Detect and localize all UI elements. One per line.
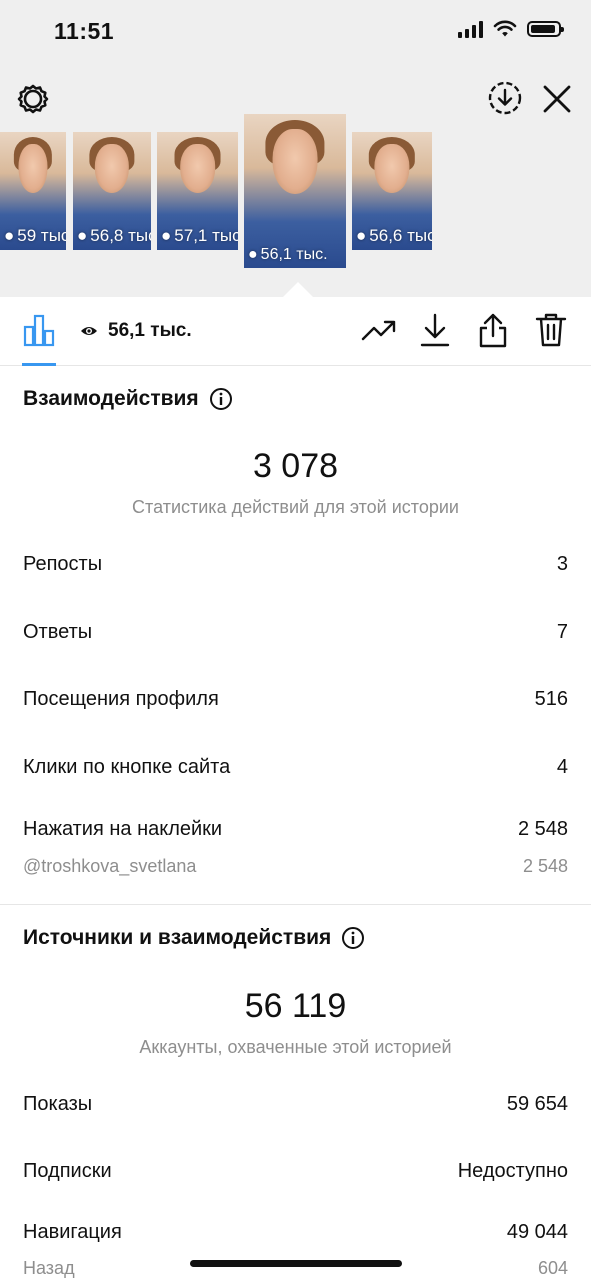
stat-value: 2 548 xyxy=(517,818,568,840)
story-views: ● 56,1 тыс. xyxy=(248,246,328,263)
sticker-label: @troshkova_svetlana xyxy=(23,856,197,876)
stat-row: Показы 59 654 xyxy=(23,1093,568,1116)
stat-value: 49 044 xyxy=(506,1221,568,1243)
stat-row: Подписки Недоступно xyxy=(23,1160,568,1183)
stat-label: Посещения профиля xyxy=(23,688,219,710)
stat-row: Клики по кнопке сайта 4 xyxy=(23,756,568,779)
stories-header: 11:51 ●59 тыс. ●56,8 тыс. xyxy=(0,0,591,297)
stat-label: Клики по кнопке сайта xyxy=(23,756,231,778)
eye-icon: ● xyxy=(77,226,88,245)
bar-chart-icon xyxy=(23,314,55,347)
settings-button[interactable] xyxy=(14,80,52,118)
stat-label: Ответы xyxy=(23,621,93,643)
eye-icon: ● xyxy=(248,246,258,263)
story-thumbnail[interactable]: ●56,6 тыс. xyxy=(352,132,432,250)
story-views: ●59 тыс. xyxy=(4,226,66,245)
trending-up-icon xyxy=(361,320,396,341)
info-icon[interactable] xyxy=(209,387,233,411)
insights-tab[interactable] xyxy=(20,311,58,349)
stat-label: Репосты xyxy=(23,553,103,575)
download-circle-icon xyxy=(488,81,522,115)
toolbar-views-count: 56,1 тыс. xyxy=(108,320,192,341)
discovery-total: 56 119 xyxy=(244,987,347,1025)
active-story-pointer xyxy=(283,282,313,297)
delete-button[interactable] xyxy=(532,311,570,349)
toolbar-views: 56,1 тыс. xyxy=(80,320,192,342)
stat-label: Подписки xyxy=(23,1160,112,1182)
back-label: Назад xyxy=(23,1258,75,1278)
stat-row: Посещения профиля 516 xyxy=(23,688,568,711)
sticker-value: 2 548 xyxy=(522,856,568,876)
active-tab-indicator xyxy=(22,363,56,366)
discovery-title: Источники и взаимодействия xyxy=(23,926,365,950)
close-button[interactable] xyxy=(538,80,576,118)
eye-icon: ● xyxy=(161,226,172,245)
interactions-total: 3 078 xyxy=(252,447,339,485)
signal-icon xyxy=(458,20,483,38)
sticker-row: @troshkova_svetlana 2 548 xyxy=(23,856,568,877)
download-button[interactable] xyxy=(416,311,454,349)
promote-button[interactable] xyxy=(358,314,400,348)
download-icon xyxy=(420,313,450,347)
stat-value: 59 654 xyxy=(506,1093,568,1115)
stat-row: Ответы 7 xyxy=(23,621,568,644)
stat-value: 4 xyxy=(556,756,568,778)
status-time: 11:51 xyxy=(54,18,115,44)
stat-row: Репосты 3 xyxy=(23,553,568,576)
eye-icon xyxy=(81,327,97,335)
story-views: ●56,8 тыс. xyxy=(77,226,151,245)
section-divider xyxy=(0,904,591,905)
share-icon xyxy=(479,313,507,348)
stat-value: 516 xyxy=(534,688,568,710)
stat-row: Нажатия на наклейки 2 548 xyxy=(23,818,568,841)
home-indicator[interactable] xyxy=(190,1260,402,1267)
story-thumbnail[interactable]: ●59 тыс. xyxy=(0,132,66,250)
story-views: ●56,6 тыс. xyxy=(356,226,432,245)
share-button[interactable] xyxy=(474,311,512,349)
close-icon xyxy=(543,85,571,113)
stat-value: Недоступно xyxy=(457,1160,568,1182)
stat-row: Навигация 49 044 xyxy=(23,1221,568,1244)
story-views: ●57,1 тыс. xyxy=(161,226,238,245)
interactions-subtitle: Статистика действий для этой истории xyxy=(132,497,459,517)
wifi-icon xyxy=(493,20,517,37)
interactions-title: Взаимодействия xyxy=(23,387,233,411)
stat-label: Навигация xyxy=(23,1221,122,1243)
stat-label: Показы xyxy=(23,1093,93,1115)
back-value: 604 xyxy=(537,1258,568,1278)
eye-icon: ● xyxy=(356,226,367,245)
stat-value: 3 xyxy=(556,553,568,575)
info-icon[interactable] xyxy=(341,926,365,950)
story-thumbnail[interactable]: ●56,8 тыс. xyxy=(73,132,151,250)
trash-icon xyxy=(535,313,567,347)
eye-icon: ● xyxy=(4,226,15,245)
gear-icon xyxy=(17,84,49,114)
stat-label: Нажатия на наклейки xyxy=(23,818,223,840)
discovery-subtitle: Аккаунты, охваченные этой историей xyxy=(139,1037,452,1057)
story-thumbnail[interactable]: ●57,1 тыс. xyxy=(157,132,238,250)
battery-icon xyxy=(527,21,564,37)
stat-value: 7 xyxy=(556,621,568,643)
story-thumbnail-active[interactable]: ● 56,1 тыс. xyxy=(244,114,346,268)
save-story-button[interactable] xyxy=(486,79,524,117)
status-icons xyxy=(458,20,564,38)
